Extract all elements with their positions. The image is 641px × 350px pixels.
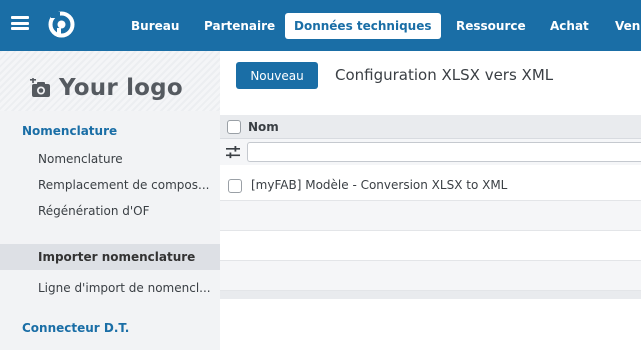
menu-icon[interactable] xyxy=(11,16,29,30)
sidebar-section-nomenclature[interactable]: Nomenclature xyxy=(22,124,117,138)
page-title: Configuration XLSX vers XML xyxy=(335,66,554,84)
table-row[interactable]: [myFAB] Modèle - Conversion XLSX to XML xyxy=(220,171,641,201)
new-button[interactable]: Nouveau xyxy=(236,62,318,89)
nav-achat[interactable]: Achat xyxy=(550,13,589,39)
table-row-empty xyxy=(220,261,641,291)
row-checkbox[interactable] xyxy=(228,179,242,193)
select-all-checkbox[interactable] xyxy=(227,120,241,134)
sidebar-item-regeneration-of[interactable]: Régénération d'OF xyxy=(0,198,220,224)
top-navbar: Bureau Partenaire Données techniques Res… xyxy=(0,0,641,51)
row-name[interactable]: [myFAB] Modèle - Conversion XLSX to XML xyxy=(251,178,507,192)
table-footer xyxy=(220,291,641,299)
main-content: Nouveau Configuration XLSX vers XML Nom … xyxy=(220,51,641,350)
filter-input[interactable] xyxy=(247,142,641,162)
sidebar-item-ligne-import[interactable]: Ligne d'import de nomencl... xyxy=(0,275,220,301)
nav-bureau[interactable]: Bureau xyxy=(131,13,179,39)
column-header-nom[interactable]: Nom xyxy=(248,120,279,134)
logo-area[interactable]: Your logo xyxy=(0,51,220,111)
filter-row xyxy=(220,139,641,165)
filter-settings-icon[interactable] xyxy=(226,145,240,159)
nav-donnees-techniques[interactable]: Données techniques xyxy=(285,13,441,39)
camera-plus-icon xyxy=(30,78,50,97)
nav-ressource[interactable]: Ressource xyxy=(456,13,526,39)
logo-text: Your logo xyxy=(59,75,183,101)
sidebar-item-nomenclature[interactable]: Nomenclature xyxy=(0,146,220,172)
table-row-empty xyxy=(220,201,641,231)
sidebar-section-connecteur[interactable]: Connecteur D.T. xyxy=(22,321,129,335)
app-logo-icon[interactable] xyxy=(48,11,75,38)
table-row-empty xyxy=(220,231,641,261)
sidebar-item-remplacement[interactable]: Remplacement de compos... xyxy=(0,172,220,198)
table-header: Nom xyxy=(220,115,641,139)
nav-partenaire[interactable]: Partenaire xyxy=(204,13,275,39)
sidebar: Your logo Nomenclature Nomenclature Remp… xyxy=(0,51,220,350)
sidebar-item-importer-nomenclature[interactable]: Importer nomenclature xyxy=(0,244,220,270)
nav-vente[interactable]: Ven xyxy=(615,13,640,39)
